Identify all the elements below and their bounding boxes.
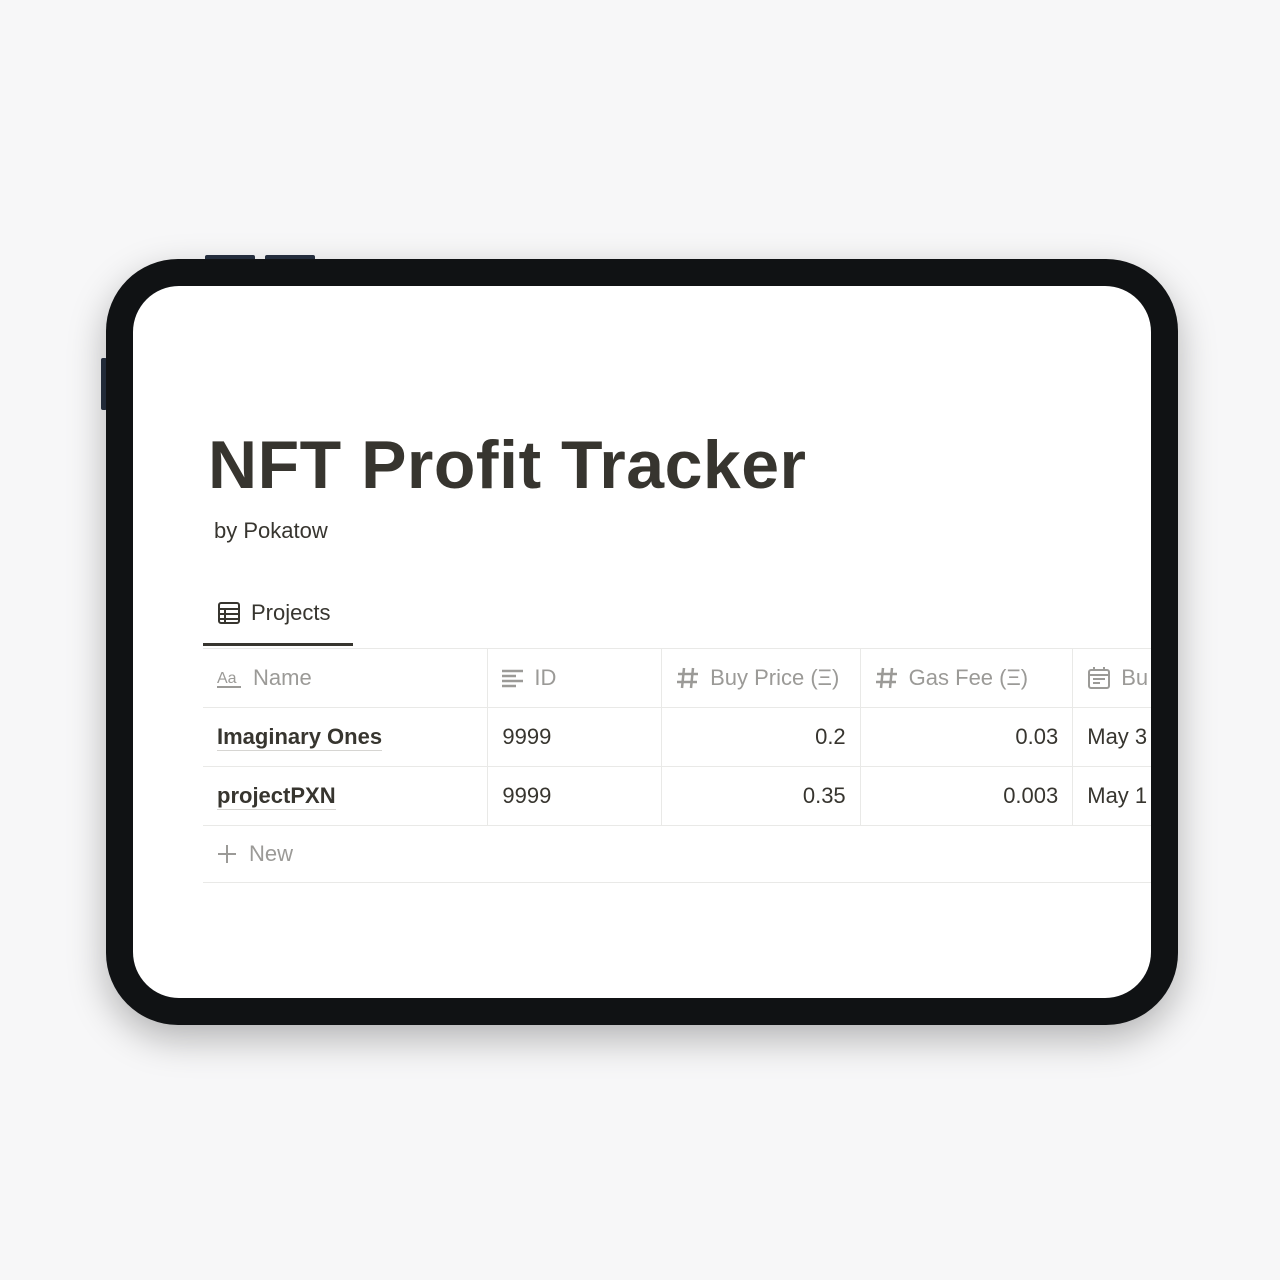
column-header-buy-price[interactable]: Buy Price (Ξ) [662, 649, 861, 707]
database-table: Aa Name ID Buy Price (Ξ) Gas Fee (Ξ) Bu … [203, 648, 1151, 883]
table-header-row: Aa Name ID Buy Price (Ξ) Gas Fee (Ξ) Bu [203, 649, 1151, 708]
cell-buy-price[interactable]: 0.35 [662, 767, 861, 825]
tab-label: Projects [251, 600, 331, 625]
cell-gas-fee[interactable]: 0.003 [861, 767, 1074, 825]
cell-gas-fee[interactable]: 0.03 [861, 708, 1074, 766]
plus-icon [218, 845, 236, 863]
row-name[interactable]: Imaginary Ones [217, 724, 383, 751]
column-header-label: Name [253, 665, 312, 690]
row-name[interactable]: projectPXN [217, 783, 336, 810]
page-subtitle: by Pokatow [214, 518, 328, 543]
column-header-buy-date[interactable]: Bu [1073, 649, 1151, 707]
cell-id[interactable]: 9999 [488, 767, 663, 825]
calendar-icon [1088, 667, 1111, 689]
page-title: NFT Profit Tracker [208, 427, 807, 503]
tablet-frame: NFT Profit Tracker by Pokatow Projects A… [106, 259, 1178, 1025]
column-header-id[interactable]: ID [488, 649, 663, 707]
table-row[interactable]: projectPXN 9999 0.35 0.003 May 1 [203, 767, 1151, 826]
new-row-label: New [249, 841, 294, 866]
cell-name[interactable]: Imaginary Ones [203, 708, 489, 766]
hash-icon [875, 667, 897, 689]
column-header-label: ID [534, 665, 557, 690]
column-header-gas-fee[interactable]: Gas Fee (Ξ) [861, 649, 1074, 707]
tab-projects[interactable]: Projects [203, 592, 353, 646]
hash-icon [677, 667, 699, 689]
column-header-name[interactable]: Aa Name [203, 649, 489, 707]
svg-text:Aa: Aa [217, 670, 237, 687]
cell-buy-date[interactable]: May 1 [1073, 767, 1151, 825]
cell-name[interactable]: projectPXN [203, 767, 489, 825]
cell-buy-price[interactable]: 0.2 [662, 708, 861, 766]
text-aa-icon: Aa [217, 670, 241, 688]
table-icon [218, 602, 240, 624]
column-header-label: Bu [1121, 665, 1149, 690]
table-row[interactable]: Imaginary Ones 9999 0.2 0.03 May 3 [203, 708, 1151, 767]
text-lines-icon [502, 669, 524, 688]
column-header-label: Buy Price (Ξ) [710, 665, 840, 690]
add-new-row-button[interactable]: New [203, 826, 1151, 883]
cell-buy-date[interactable]: May 3 [1073, 708, 1151, 766]
column-header-label: Gas Fee (Ξ) [908, 665, 1029, 690]
cell-id[interactable]: 9999 [488, 708, 663, 766]
tablet-screen: NFT Profit Tracker by Pokatow Projects A… [133, 286, 1151, 998]
